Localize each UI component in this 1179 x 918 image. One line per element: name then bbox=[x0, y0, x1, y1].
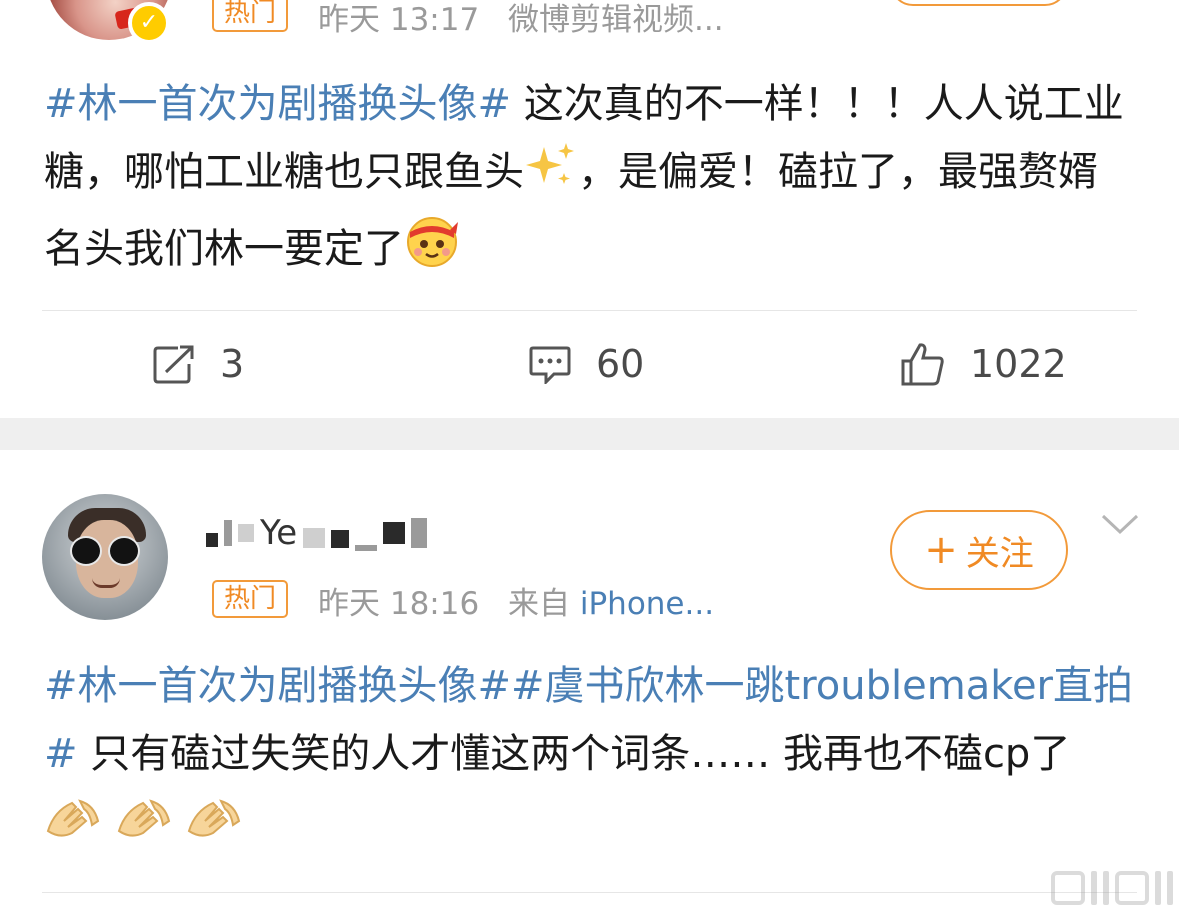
like-icon bbox=[901, 343, 944, 386]
follow-button-partial[interactable] bbox=[890, 0, 1068, 6]
topic-link[interactable]: #林一首次为剧播换头像# bbox=[44, 81, 511, 127]
avatar-sunglasses-left bbox=[70, 536, 102, 566]
hot-badge: 热门 bbox=[212, 0, 289, 32]
chevron-down-icon[interactable] bbox=[1100, 512, 1140, 536]
weibo-feed: ✓ 热门 昨天 13:17 微博剪辑视频... #林一首次为剧播换头像# 这次真… bbox=[0, 0, 1179, 918]
post-time: 昨天 13:17 bbox=[318, 2, 480, 38]
feed-separator bbox=[0, 418, 1179, 450]
redacted-block bbox=[355, 545, 378, 551]
like-button[interactable]: 1022 bbox=[900, 310, 1067, 418]
post-source[interactable]: 来自 iPhone... bbox=[508, 578, 714, 623]
avatar-sunglasses-right bbox=[108, 536, 140, 566]
watermark bbox=[1051, 868, 1173, 908]
repost-count: 3 bbox=[220, 342, 245, 386]
source-device-link[interactable]: iPhone... bbox=[580, 586, 714, 622]
post-body: #林一首次为剧播换头像# 这次真的不一样！！！人人说工业糖，哪怕工业糖也只跟鱼头… bbox=[44, 70, 1134, 289]
watermark-mark bbox=[1103, 871, 1109, 905]
redacted-block bbox=[411, 518, 428, 548]
redacted-block bbox=[383, 522, 406, 544]
author-avatar[interactable] bbox=[42, 494, 168, 620]
repost-button[interactable]: 3 bbox=[152, 310, 244, 418]
source-prefix: 来自 bbox=[508, 586, 580, 622]
comment-count: 60 bbox=[596, 342, 645, 386]
plus-icon: + bbox=[924, 527, 958, 573]
post-text: 只有磕过失笑的人才懂这两个词条…… 我再也不磕cp了 bbox=[77, 731, 1071, 777]
author-name-redacted[interactable]: Ye bbox=[206, 508, 428, 558]
watermark-mark bbox=[1091, 871, 1097, 905]
watermark-mark bbox=[1115, 871, 1149, 905]
watermark-mark bbox=[1155, 871, 1161, 905]
sparkles-emoji bbox=[524, 141, 578, 212]
watermark-mark bbox=[1167, 871, 1173, 905]
verified-badge-icon: ✓ bbox=[128, 2, 170, 44]
headband-face-emoji bbox=[404, 212, 460, 289]
follow-button[interactable]: + 关注 bbox=[890, 510, 1068, 590]
post-body: #林一首次为剧播换头像##虞书欣林一跳troublemaker直拍# 只有磕过失… bbox=[44, 652, 1134, 862]
author-name-fragment: Ye bbox=[260, 513, 298, 553]
follow-label: 关注 bbox=[965, 533, 1034, 574]
post-actions-bar: 3 60 1022 bbox=[0, 310, 1179, 418]
comment-button[interactable]: 60 bbox=[528, 310, 644, 418]
pray-hands-emoji bbox=[44, 791, 102, 862]
redacted-block bbox=[206, 533, 218, 547]
pray-hands-emoji bbox=[185, 791, 243, 862]
topic-link[interactable]: #林一首次为剧播换头像# bbox=[44, 663, 511, 709]
divider bbox=[42, 892, 1137, 893]
redacted-block bbox=[303, 528, 326, 548]
hot-badge: 热门 bbox=[212, 580, 289, 618]
pray-hands-emoji bbox=[115, 791, 173, 862]
post-source[interactable]: 微博剪辑视频... bbox=[508, 0, 724, 39]
post-time: 昨天 18:16 bbox=[318, 586, 480, 622]
comment-icon bbox=[529, 346, 571, 384]
repost-icon bbox=[153, 345, 194, 384]
like-count: 1022 bbox=[970, 342, 1067, 386]
post-card-1: ✓ 热门 昨天 13:17 微博剪辑视频... #林一首次为剧播换头像# 这次真… bbox=[0, 0, 1179, 418]
watermark-mark bbox=[1051, 871, 1085, 905]
redacted-block bbox=[238, 524, 254, 542]
redacted-block bbox=[224, 520, 232, 546]
post-card-2: Ye 热门 昨天 18:16 来自 iPhone... + 关注 #林一首次为剧… bbox=[0, 450, 1179, 918]
redacted-block bbox=[331, 530, 350, 548]
